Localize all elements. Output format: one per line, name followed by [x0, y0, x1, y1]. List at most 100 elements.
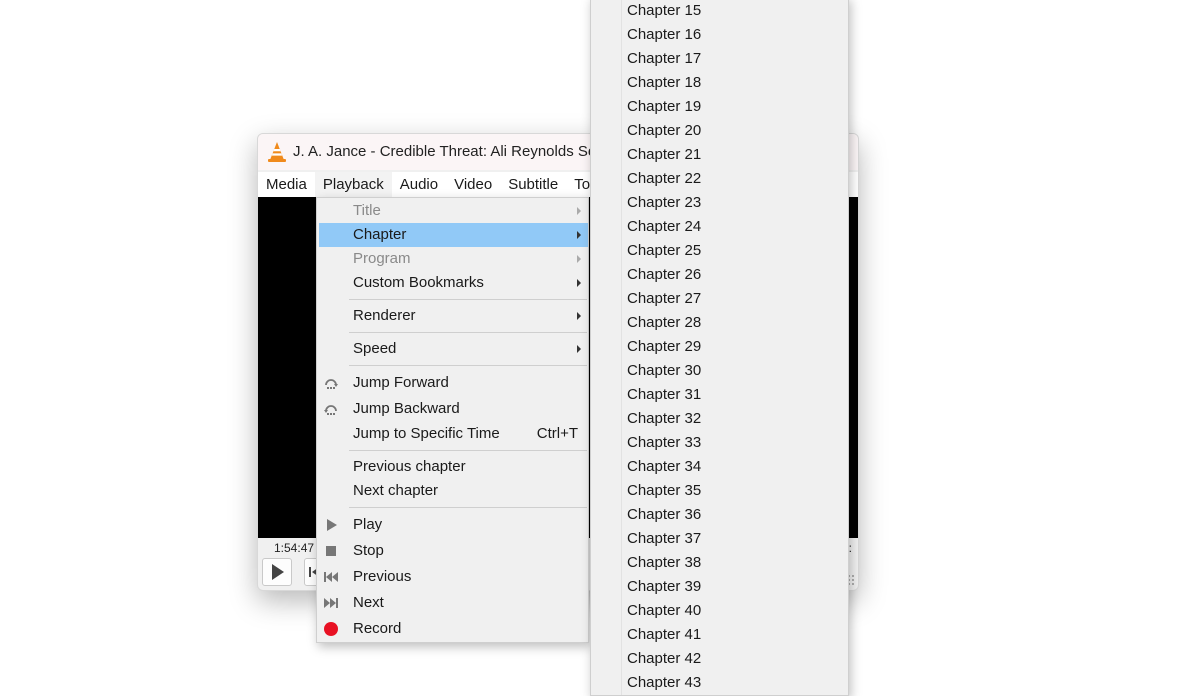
menu-item-chapter[interactable]: Chapter [319, 223, 588, 247]
chapter-item[interactable]: Chapter 22 [593, 167, 846, 191]
chapter-label: Chapter 34 [627, 458, 702, 475]
chapter-item[interactable]: Chapter 27 [593, 287, 846, 311]
menu-item-custom-bookmarks[interactable]: Custom Bookmarks [319, 271, 588, 295]
chapter-item[interactable]: Chapter 32 [593, 407, 846, 431]
menu-separator [349, 450, 587, 451]
chapter-item[interactable]: Chapter 15 [593, 0, 846, 23]
chapter-item[interactable]: Chapter 23 [593, 191, 846, 215]
chapter-item[interactable]: Chapter 33 [593, 431, 846, 455]
menu-item-jump-to-time[interactable]: Jump to Specific Time Ctrl+T [319, 422, 588, 446]
menu-item-label: Record [353, 620, 402, 637]
chapter-label: Chapter 24 [627, 218, 702, 235]
chapter-item[interactable]: Chapter 26 [593, 263, 846, 287]
chapter-item[interactable]: Chapter 25 [593, 239, 846, 263]
menu-item-label: Custom Bookmarks [353, 274, 484, 291]
chapter-item[interactable]: Chapter 24 [593, 215, 846, 239]
submenu-arrow-icon [577, 345, 581, 353]
menu-item-next-chapter[interactable]: Next chapter [319, 479, 588, 503]
menu-item-previous-chapter[interactable]: Previous chapter [319, 455, 588, 479]
chapter-item[interactable]: Chapter 36 [593, 503, 846, 527]
chapter-label: Chapter 37 [627, 530, 702, 547]
menu-item-label: Next chapter [353, 482, 439, 499]
chapter-item[interactable]: Chapter 34 [593, 455, 846, 479]
menu-item-label: Chapter [353, 226, 407, 243]
chapter-label: Chapter 32 [627, 410, 702, 427]
menu-separator [349, 332, 587, 333]
chapter-label: Chapter 38 [627, 554, 702, 571]
chapter-label: Chapter 35 [627, 482, 702, 499]
menu-item-renderer[interactable]: Renderer [319, 304, 588, 328]
chapter-label: Chapter 23 [627, 194, 702, 211]
menu-item-record[interactable]: Record [319, 617, 588, 641]
menu-item-label: Speed [353, 340, 397, 357]
chapter-item[interactable]: Chapter 38 [593, 551, 846, 575]
next-icon [324, 598, 338, 608]
menu-audio[interactable]: Audio [392, 172, 446, 197]
chapter-label: Chapter 28 [627, 314, 702, 331]
chapter-item[interactable]: Chapter 39 [593, 575, 846, 599]
chapter-label: Chapter 17 [627, 50, 702, 67]
menu-item-program[interactable]: Program [319, 247, 588, 271]
menu-item-label: Previous chapter [353, 458, 466, 475]
play-button[interactable] [262, 558, 292, 586]
chapter-item[interactable]: Chapter 42 [593, 647, 846, 671]
submenu-arrow-icon [577, 279, 581, 287]
chapter-label: Chapter 39 [627, 578, 702, 595]
menu-item-previous[interactable]: Previous [319, 565, 588, 589]
chapter-item[interactable]: Chapter 31 [593, 383, 846, 407]
chapter-item[interactable]: Chapter 16 [593, 23, 846, 47]
menu-media[interactable]: Media [258, 172, 315, 197]
chapter-item[interactable]: Chapter 21 [593, 143, 846, 167]
chapter-item[interactable]: Chapter 17 [593, 47, 846, 71]
play-icon [272, 564, 284, 580]
chapter-item[interactable]: Chapter 29 [593, 335, 846, 359]
chapter-label: Chapter 26 [627, 266, 702, 283]
chapter-item[interactable]: Chapter 30 [593, 359, 846, 383]
previous-icon [324, 572, 338, 582]
chapter-item[interactable]: Chapter 43 [593, 671, 846, 695]
submenu-arrow-icon [577, 255, 581, 263]
chapter-item[interactable]: Chapter 19 [593, 95, 846, 119]
play-icon [327, 519, 337, 531]
menu-item-play[interactable]: Play [319, 513, 588, 537]
menu-item-next[interactable]: Next [319, 591, 588, 615]
menu-item-jump-forward[interactable]: Jump Forward [319, 371, 588, 395]
window-title: J. A. Jance - Credible Threat: Ali Reyno… [293, 143, 605, 160]
chapter-label: Chapter 22 [627, 170, 702, 187]
shortcut-label: Ctrl+T [536, 425, 578, 442]
menu-playback[interactable]: Playback [314, 172, 392, 197]
chapter-item[interactable]: Chapter 28 [593, 311, 846, 335]
chapter-label: Chapter 29 [627, 338, 702, 355]
menu-separator [349, 365, 587, 366]
chapter-item[interactable]: Chapter 18 [593, 71, 846, 95]
submenu-arrow-icon [577, 231, 581, 239]
menu-item-label: Play [353, 516, 383, 533]
elapsed-time: 1:54:47 [274, 541, 315, 555]
menu-separator [349, 507, 587, 508]
chapter-item[interactable]: Chapter 20 [593, 119, 846, 143]
menu-item-label: Title [353, 202, 381, 219]
chapter-item[interactable]: Chapter 40 [593, 599, 846, 623]
menu-item-title[interactable]: Title [319, 199, 588, 223]
menu-video[interactable]: Video [446, 172, 500, 197]
menu-item-jump-backward[interactable]: Jump Backward [319, 397, 588, 421]
chapter-label: Chapter 25 [627, 242, 702, 259]
menu-subtitle[interactable]: Subtitle [500, 172, 566, 197]
chapter-item[interactable]: Chapter 41 [593, 623, 846, 647]
chapter-label: Chapter 16 [627, 26, 702, 43]
menu-item-label: Jump to Specific Time [353, 425, 500, 442]
chapter-item[interactable]: Chapter 37 [593, 527, 846, 551]
menu-item-label: Program [353, 250, 411, 267]
chapter-label: Chapter 18 [627, 74, 702, 91]
menu-item-speed[interactable]: Speed [319, 337, 588, 361]
chapter-label: Chapter 21 [627, 146, 702, 163]
chapter-label: Chapter 40 [627, 602, 702, 619]
record-icon [324, 622, 338, 636]
chapter-label: Chapter 41 [627, 626, 702, 643]
jump-forward-icon [325, 379, 338, 389]
menu-item-stop[interactable]: Stop [319, 539, 588, 563]
menu-item-label: Stop [353, 542, 384, 559]
chapter-item[interactable]: Chapter 35 [593, 479, 846, 503]
chapter-label: Chapter 36 [627, 506, 702, 523]
chapter-label: Chapter 15 [627, 2, 702, 19]
